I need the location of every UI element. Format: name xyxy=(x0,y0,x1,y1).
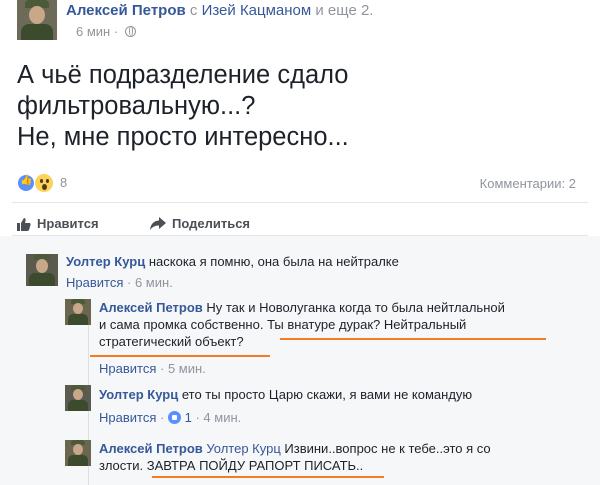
avatar-face xyxy=(73,444,83,455)
reply-line: стратегический объект? xyxy=(99,334,244,349)
comments-count-link[interactable]: Комментарии: 2 xyxy=(480,176,576,191)
reply-mention-link[interactable]: Уолтер Курц xyxy=(206,441,280,456)
reply-like-link[interactable]: Нравится xyxy=(99,410,156,425)
tagged-user-link[interactable]: Изей Кацманом xyxy=(202,2,312,19)
avatar-body xyxy=(68,314,88,325)
reply-timestamp[interactable]: 4 мин. xyxy=(203,410,241,425)
reply-line: злости. ЗАВТРА ПОЙДУ РАПОРТ ПИСАТЬ.. xyxy=(99,457,589,474)
reply-author-link[interactable]: Уолтер Курц xyxy=(99,387,178,402)
reply-author-link[interactable]: Алексей Петров xyxy=(99,300,203,315)
comment-author-link[interactable]: Уолтер Курц xyxy=(66,254,145,269)
dot-separator: · xyxy=(127,275,132,290)
wow-reaction-icon xyxy=(34,173,54,193)
avatar-face xyxy=(29,6,45,24)
reply-text: ето ты просто Царю скажи, я вами не кома… xyxy=(181,387,473,402)
tagged-more-link[interactable]: и еще 2. xyxy=(315,2,373,19)
like-button-label: Нравится xyxy=(37,216,99,231)
avatar-face xyxy=(36,259,48,273)
post-card: Алексей Петров с Изей Кацманом и еще 2. … xyxy=(0,0,600,235)
reply-text: Ну так и Новолуганка когда то была нейтл… xyxy=(206,300,505,315)
post-text-line: Не, мне просто интересно... xyxy=(17,123,349,151)
wow-mouth xyxy=(42,184,47,190)
privacy-globe-icon[interactable] xyxy=(124,26,136,37)
comment-like-link[interactable]: Нравится xyxy=(66,275,123,290)
post-text-line: фильтровальную...? xyxy=(17,92,256,120)
comment-timestamp[interactable]: 6 мин. xyxy=(135,275,173,290)
post-header: Алексей Петров с Изей Кацманом и еще 2. xyxy=(66,2,373,19)
reply-body: Уолтер Курц ето ты просто Царю скажи, я … xyxy=(99,386,589,403)
author-avatar[interactable] xyxy=(17,0,57,40)
dot-separator: · xyxy=(160,361,165,376)
highlight-underline xyxy=(90,355,270,357)
comment-text: наскока я помню, она была на нейтралке xyxy=(148,254,399,269)
share-button[interactable]: Поделиться xyxy=(150,216,250,231)
reply-text-caps: ЗАВТРА ПОЙДУ РАПОРТ ПИСАТЬ xyxy=(146,458,357,473)
avatar-body xyxy=(68,455,88,466)
post-text-line: А чьё подразделение сдало xyxy=(17,61,349,89)
reply-avatar[interactable] xyxy=(65,440,91,466)
reply-body: Алексей Петров Ну так и Новолуганка когд… xyxy=(99,299,589,350)
with-prefix: с xyxy=(189,2,198,19)
reply-actions: Нравится · 5 мин. xyxy=(99,361,206,376)
thumbs-up-icon xyxy=(17,217,31,231)
comment-body: Уолтер Курц наскока я помню, она была на… xyxy=(66,253,586,270)
reply-text: злости. xyxy=(99,458,144,473)
reply-like-link[interactable]: Нравится xyxy=(99,361,156,376)
reply-text: .. xyxy=(356,458,364,473)
like-reaction-icon xyxy=(17,174,35,192)
reply-line: Алексей Петров Уолтер Курц Извини..вопро… xyxy=(99,440,589,457)
post-text: А чьё подразделение сдало фильтровальную… xyxy=(17,60,587,153)
divider xyxy=(12,202,588,203)
reply-avatar[interactable] xyxy=(65,299,91,325)
avatar-face xyxy=(73,303,83,314)
reply-author-link[interactable]: Алексей Петров xyxy=(99,441,203,456)
reply-like-count[interactable]: 1 xyxy=(185,410,192,425)
post-timestamp[interactable]: 6 мин xyxy=(76,24,110,39)
avatar-body xyxy=(68,400,88,411)
reply-body: Алексей Петров Уолтер Курц Извини..вопро… xyxy=(99,440,589,474)
reactions-count[interactable]: 8 xyxy=(60,175,67,190)
wow-eye xyxy=(40,179,43,183)
post-meta: 6 мин · xyxy=(76,24,136,39)
reply-actions: Нравится · 1 · 4 мин. xyxy=(99,410,241,425)
reply-line: и сама промка собственно. Ты внатуре дур… xyxy=(99,317,467,332)
highlight-underline xyxy=(280,338,546,340)
post-author-link[interactable]: Алексей Петров xyxy=(66,2,186,19)
avatar-body xyxy=(29,273,55,286)
share-arrow-icon xyxy=(150,216,166,231)
like-button[interactable]: Нравится xyxy=(17,216,99,231)
dot-separator: · xyxy=(160,410,165,425)
like-reaction-icon xyxy=(167,411,181,424)
avatar-face xyxy=(73,389,83,400)
dot-separator: · xyxy=(195,410,200,425)
meta-separator: · xyxy=(113,24,119,39)
reply-text: Извини..вопрос не к тебе..это я со xyxy=(284,441,491,456)
avatar-body xyxy=(21,24,53,40)
comment-actions: Нравится · 6 мин. xyxy=(66,275,173,290)
highlight-underline xyxy=(152,476,384,478)
reply-timestamp[interactable]: 5 мин. xyxy=(168,361,206,376)
comment-avatar[interactable] xyxy=(26,254,58,286)
reply-line: Алексей Петров Ну так и Новолуганка когд… xyxy=(99,299,589,316)
reply-avatar[interactable] xyxy=(65,385,91,411)
share-button-label: Поделиться xyxy=(172,216,251,231)
wow-eye xyxy=(46,179,49,183)
